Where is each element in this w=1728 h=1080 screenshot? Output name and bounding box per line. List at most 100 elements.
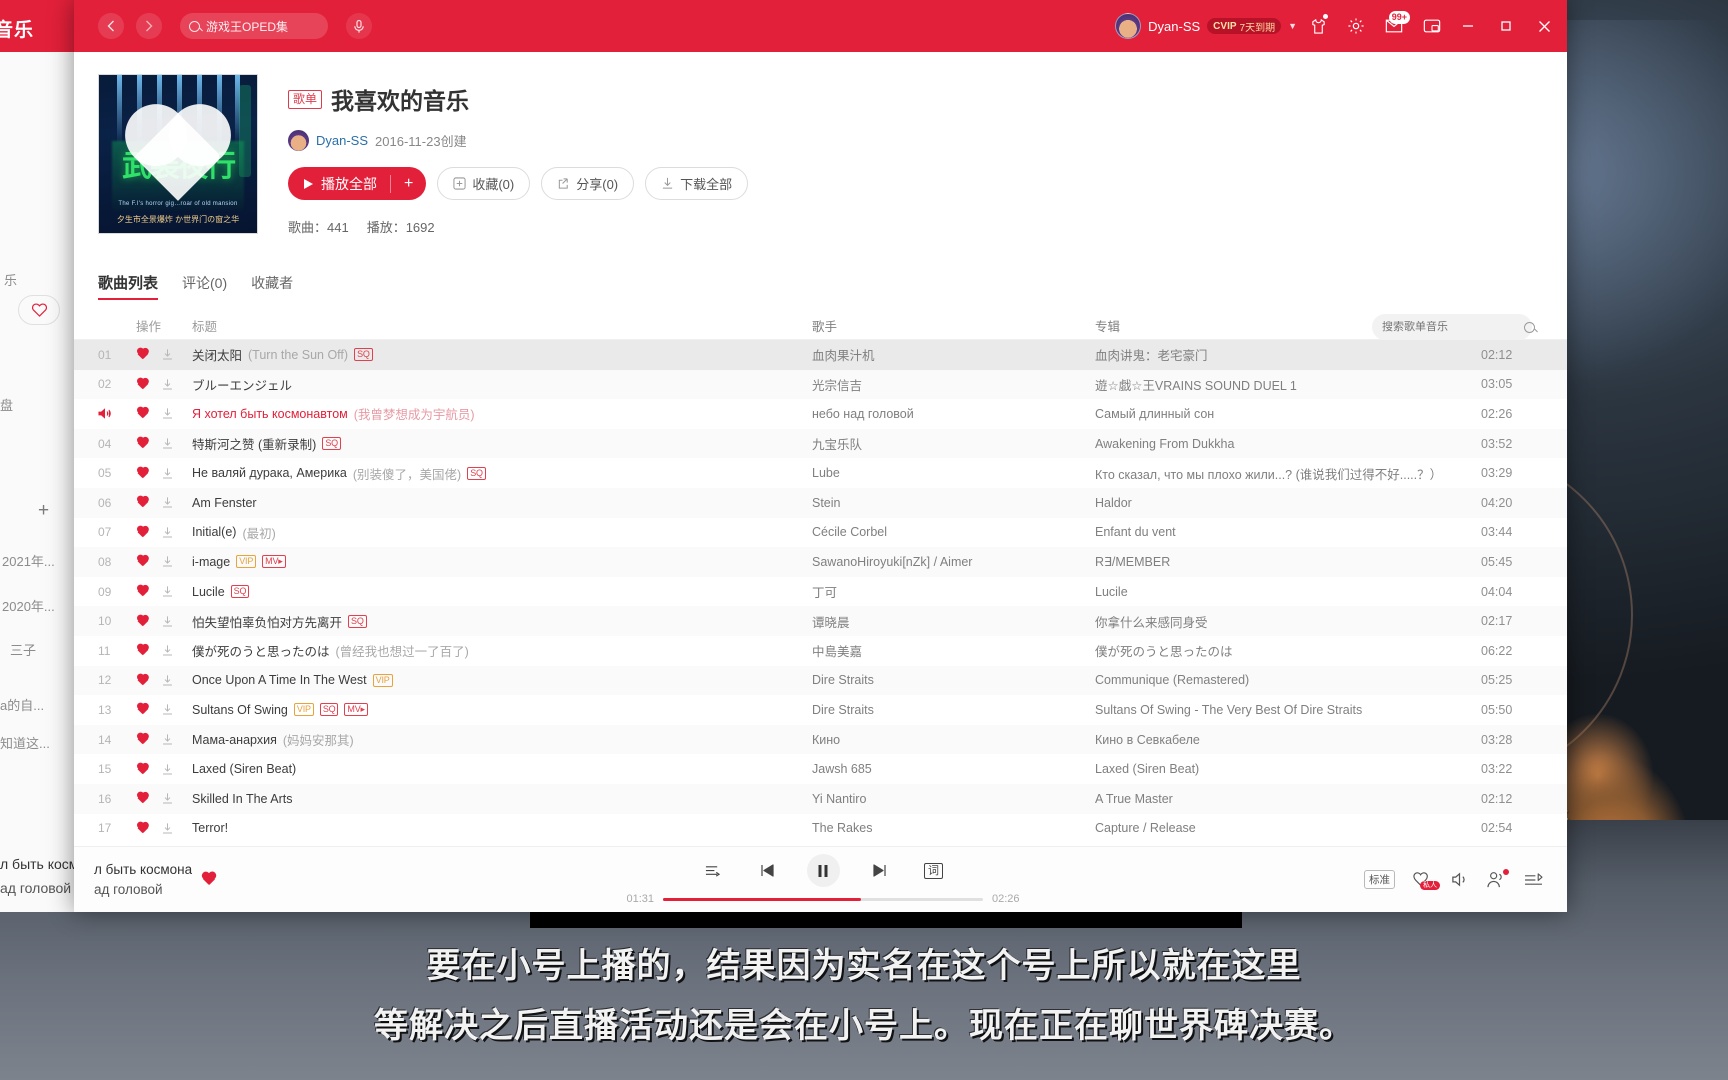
author-avatar[interactable] [288, 130, 309, 151]
favorite-icon[interactable] [136, 378, 149, 391]
row-artist[interactable]: Lube [812, 466, 1095, 480]
download-icon[interactable] [161, 585, 174, 598]
back-button[interactable] [98, 13, 124, 39]
row-artist[interactable]: Кино [812, 733, 1095, 747]
row-title-cell[interactable]: 特斯河之赞 (重新录制) SQ [192, 434, 812, 453]
previous-button[interactable] [753, 857, 781, 885]
background-app-window[interactable]: 音乐 乐 盘 + 2021年... 2020年... 三子 a的自... 知道这… [0, 0, 102, 912]
row-artist[interactable]: The Rakes [812, 821, 1095, 835]
vip-badge[interactable]: CVIP 7天到期 [1207, 18, 1282, 34]
avatar[interactable] [1115, 13, 1142, 39]
username-label[interactable]: Dyan-SS [1148, 19, 1200, 34]
row-artist[interactable]: Cécile Corbel [812, 525, 1095, 539]
row-title-cell[interactable]: Не валяй дурака, Америка (别装傻了，美国佬) SQ [192, 464, 812, 483]
row-album[interactable]: R∃/MEMBER [1095, 554, 1481, 569]
play-all-button[interactable]: 播放全部 + [288, 167, 427, 200]
play-mode-button[interactable] [699, 857, 727, 885]
volume-button[interactable] [1450, 871, 1469, 888]
row-title-cell[interactable]: 怕失望怕辜负怕对方先离开 SQ [192, 612, 812, 631]
friends-button[interactable] [1486, 868, 1509, 889]
add-to-playlist-button[interactable]: + [391, 175, 426, 193]
download-icon[interactable] [161, 407, 174, 420]
favorite-icon[interactable] [136, 822, 149, 835]
bg-plus-button[interactable]: + [38, 500, 49, 522]
download-icon[interactable] [161, 467, 174, 480]
favorite-icon[interactable] [136, 526, 149, 539]
row-album[interactable]: Awakening From Dukkha [1095, 437, 1481, 451]
row-artist[interactable]: 谭晓晨 [812, 612, 1095, 631]
collect-button[interactable]: 收藏(0) [437, 167, 531, 200]
playlist-search-input[interactable] [1382, 321, 1524, 333]
download-icon[interactable] [161, 348, 174, 361]
favorite-icon[interactable] [136, 703, 149, 716]
row-album[interactable]: 僕が死のうと思ったのは [1095, 641, 1481, 660]
row-album[interactable]: Communique (Remastered) [1095, 673, 1481, 687]
table-row[interactable]: 06 Am Fenster Stein Haldor 04:20 [74, 487, 1567, 518]
favorite-icon[interactable] [136, 763, 149, 776]
row-artist[interactable]: Dire Straits [812, 673, 1095, 687]
progress-slider[interactable] [663, 897, 983, 901]
download-icon[interactable] [161, 733, 174, 746]
bg-heart-pill[interactable] [18, 295, 60, 325]
table-row[interactable]: 09 Lucile SQ 丁可 Lucile 04:04 [74, 577, 1567, 607]
favorite-icon[interactable] [136, 792, 149, 805]
download-icon[interactable] [161, 792, 174, 805]
row-artist[interactable]: Jawsh 685 [812, 762, 1095, 776]
row-artist[interactable]: 丁可 [812, 582, 1095, 601]
row-title-cell[interactable]: Laxed (Siren Beat) [192, 762, 812, 776]
playlist-search-box[interactable] [1372, 314, 1535, 340]
search-icon[interactable] [1524, 321, 1535, 333]
row-artist[interactable]: 光宗信吉 [812, 375, 1095, 394]
row-artist[interactable]: Stein [812, 496, 1095, 510]
row-album[interactable]: Capture / Release [1095, 821, 1481, 835]
download-icon[interactable] [161, 378, 174, 391]
maximize-button[interactable] [1487, 0, 1525, 52]
table-row[interactable]: 07 Initial(e) (最初) Cécile Corbel Enfant du v… [74, 518, 1567, 548]
row-artist[interactable]: SawanoHiroyuki[nZk] / Aimer [812, 555, 1095, 569]
row-title-cell[interactable]: 关闭太阳 (Turn the Sun Off) SQ [192, 345, 812, 364]
row-album[interactable]: Кто сказал, что мы плохо жили...? (谁说我们过… [1095, 464, 1481, 483]
table-row[interactable]: 14 Мама-анархия (妈妈安那其) Кино Кино в Севкабел… [74, 724, 1567, 755]
author-name[interactable]: Dyan-SS [316, 133, 368, 148]
row-title-cell[interactable]: i-mage VIP MV▸ [192, 555, 812, 569]
play-queue-button[interactable] [1524, 872, 1543, 888]
row-album[interactable]: 你拿什么来感同身受 [1095, 612, 1481, 631]
table-row[interactable]: 13 Sultans Of Swing VIP SQ MV▸ Dire Straits Su… [74, 695, 1567, 725]
table-row[interactable]: 02 ブルーエンジェル 光宗信吉 遊☆戯☆王VRAINS SOUND DUEL 1 03… [74, 369, 1567, 400]
favorite-icon[interactable] [136, 615, 149, 628]
settings-button[interactable] [1339, 9, 1373, 43]
row-artist[interactable]: 九宝乐队 [812, 434, 1095, 453]
download-icon[interactable] [161, 763, 174, 776]
netease-music-window[interactable]: 游戏王OPED集 Dyan-SS CVIP 7天到期 ▼ 99+ The F.I… [74, 0, 1567, 912]
download-icon[interactable] [161, 644, 174, 657]
search-input[interactable]: 游戏王OPED集 [180, 13, 328, 39]
favorite-icon[interactable] [136, 496, 149, 509]
table-row[interactable]: 16 Skilled In The Arts Yi Nantiro A True Ma… [74, 783, 1567, 814]
table-row[interactable]: 11 僕が死のうと思ったのは (曾经我也想过一了百了) 中島美嘉 僕が死のうと思ったのは… [74, 636, 1567, 666]
row-album[interactable]: Enfant du vent [1095, 525, 1481, 539]
table-row[interactable]: 15 Laxed (Siren Beat) Jawsh 685 Laxed (Sire… [74, 754, 1567, 784]
download-all-button[interactable]: 下载全部 [645, 167, 749, 200]
favorite-icon[interactable] [136, 733, 149, 746]
row-artist[interactable]: 血肉果汁机 [812, 345, 1095, 364]
row-title-cell[interactable]: Once Upon A Time In The West VIP [192, 673, 812, 687]
tab-subscribers[interactable]: 收藏者 [251, 273, 293, 300]
row-album[interactable]: Самый длинный сон [1095, 407, 1481, 421]
row-album[interactable]: Laxed (Siren Beat) [1095, 762, 1481, 776]
table-row[interactable]: 08 i-mage VIP MV▸ SawanoHiroyuki[nZk] / Aime… [74, 547, 1567, 577]
playlist-cover-image[interactable]: 武装夜行 The F.I's horror gig…roar of old ma… [98, 74, 258, 234]
forward-button[interactable] [136, 13, 162, 39]
row-album[interactable]: 遊☆戯☆王VRAINS SOUND DUEL 1 [1095, 375, 1481, 394]
row-title-cell[interactable]: Lucile SQ [192, 585, 812, 599]
row-title-cell[interactable]: Am Fenster [192, 496, 812, 510]
favorite-icon[interactable] [136, 467, 149, 480]
favorite-icon[interactable] [136, 674, 149, 687]
favorite-icon[interactable] [136, 437, 149, 450]
favorite-icon[interactable] [136, 585, 149, 598]
favorite-icon[interactable] [136, 555, 149, 568]
table-row[interactable]: 10 怕失望怕辜负怕对方先离开 SQ 谭晓晨 你拿什么来感同身受 02:17 [74, 606, 1567, 636]
close-button[interactable] [1525, 0, 1563, 52]
minimize-button[interactable] [1449, 0, 1487, 52]
row-artist[interactable]: Yi Nantiro [812, 792, 1095, 806]
table-row[interactable]: 05 Не валяй дурака, Америка (别装傻了，美国佬) SQ Lu… [74, 458, 1567, 488]
